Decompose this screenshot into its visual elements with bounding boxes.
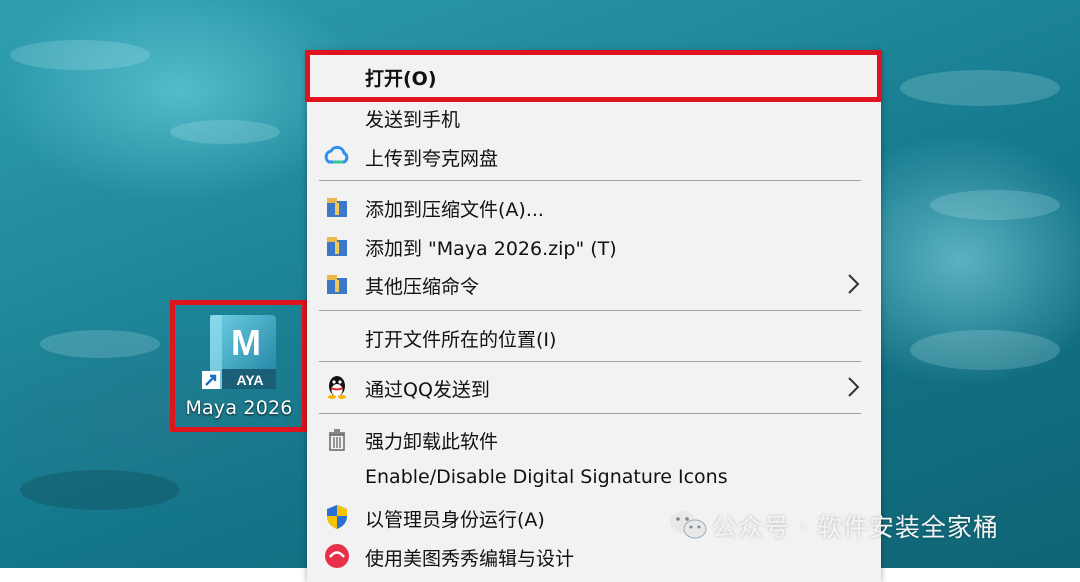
wechat-icon (670, 511, 707, 539)
menu-item-other-compress[interactable]: 其他压缩命令 (307, 266, 881, 302)
qq-penguin-icon (328, 376, 346, 399)
menu-item-force-uninstall[interactable]: 强力卸载此软件 (307, 421, 881, 457)
menu-item-send-via-qq[interactable]: 通过QQ发送到 (307, 369, 881, 405)
menu-item-label: 强力卸载此软件 (365, 431, 499, 453)
menu-item-label: 发送到手机 (365, 109, 461, 131)
trash-can-icon (329, 429, 345, 451)
chevron-right-icon (848, 377, 860, 397)
menu-item-upload-quark[interactable]: 上传到夸克网盘 (307, 138, 881, 174)
menu-separator (319, 180, 861, 181)
chevron-right-icon (848, 274, 860, 294)
menu-item-label: 以管理员身份运行(A) (365, 509, 545, 531)
menu-item-add-to-archive[interactable]: 添加到压缩文件(A)... (307, 189, 881, 225)
uac-shield-icon (327, 505, 347, 529)
menu-item-label: 上传到夸克网盘 (365, 148, 499, 170)
menu-separator (319, 413, 861, 414)
menu-item-label: 使用美图秀秀编辑与设计 (365, 548, 575, 570)
archive-icon (327, 237, 347, 256)
menu-item-digital-signature-icons[interactable]: Enable/Disable Digital Signature Icons (307, 460, 881, 496)
icon-highlight-box (170, 300, 307, 432)
archive-icon (327, 275, 347, 294)
menu-item-label: 其他压缩命令 (365, 276, 480, 298)
menu-item-label: 打开文件所在的位置(I) (365, 329, 557, 351)
menu-separator (319, 361, 861, 362)
menu-item-label: 添加到压缩文件(A)... (365, 199, 544, 221)
context-menu: 打开(O) 发送到手机 上传到夸克网盘 添加到压缩文件(A)... 添加到 "M… (307, 52, 881, 582)
quark-cloud-icon (324, 145, 349, 164)
watermark-text: 公众号 · 软件安装全家桶 (712, 513, 999, 542)
open-item-highlight-box (305, 50, 882, 102)
menu-separator (319, 310, 861, 311)
menu-item-label: 添加到 "Maya 2026.zip" (T) (365, 238, 617, 260)
menu-item-label: 通过QQ发送到 (365, 379, 490, 401)
menu-item-open-file-location[interactable]: 打开文件所在的位置(I) (307, 319, 881, 355)
menu-item-add-to-zip[interactable]: 添加到 "Maya 2026.zip" (T) (307, 228, 881, 264)
archive-icon (327, 198, 347, 217)
meitu-icon (325, 544, 349, 568)
menu-item-label: Enable/Disable Digital Signature Icons (365, 466, 728, 488)
menu-item-send-to-phone[interactable]: 发送到手机 (307, 99, 881, 135)
